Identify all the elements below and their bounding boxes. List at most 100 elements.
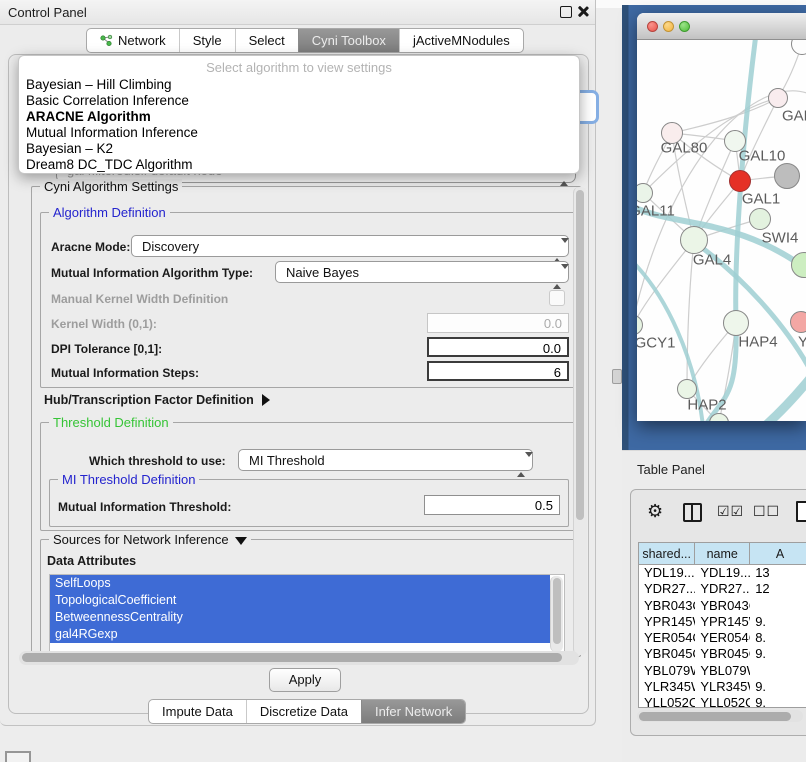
expanded-arrow-icon: [235, 537, 247, 545]
hub-tf-definition-toggle[interactable]: Hub/Transcription Factor Definition: [44, 393, 270, 407]
column-header[interactable]: A: [750, 543, 806, 565]
network-canvas[interactable]: GALGAL80GAL10GAL1GAL11SWI4GAL4GCY1HAP4YH…: [637, 40, 806, 421]
deselect-all-checkboxes-icon[interactable]: ☐☐: [753, 503, 780, 520]
stepper-arrows-icon: [517, 454, 525, 476]
network-node-label: HAP4: [738, 334, 777, 351]
network-node[interactable]: [774, 163, 800, 189]
table-row[interactable]: YLR345WYLR345W9.: [639, 679, 806, 695]
manual-kernel-checkbox[interactable]: [549, 290, 565, 306]
document-icon[interactable]: [796, 501, 806, 522]
tab-label: Cyni Toolbox: [312, 33, 386, 48]
zoom-traffic-light-icon[interactable]: [679, 21, 690, 32]
table-cell: YPR145W: [639, 614, 695, 630]
tab-impute-data[interactable]: Impute Data: [149, 700, 246, 723]
table-row[interactable]: YLL052CYLL052C9.: [639, 695, 806, 708]
collapsed-arrow-icon: [262, 394, 270, 406]
network-window-titlebar[interactable]: [637, 13, 806, 40]
table-row[interactable]: YDR27...YDR27...12: [639, 581, 806, 597]
network-node-label: GAL: [782, 108, 806, 125]
table-cell: YBR045C: [639, 646, 695, 662]
sources-toggle[interactable]: Sources for Network Inference: [49, 532, 251, 547]
table-row[interactable]: YER054CYER054C8.: [639, 630, 806, 646]
dropdown-item[interactable]: Bayesian – K2: [26, 141, 113, 156]
network-node-label: GAL1: [742, 191, 780, 208]
table-panel: ⚙ ☑☑ ☐☐ shared... name A YDL19...YDL19..…: [630, 489, 806, 736]
network-node[interactable]: [680, 226, 708, 254]
network-view-window: GALGAL80GAL10GAL1GAL11SWI4GAL4GCY1HAP4YH…: [637, 13, 806, 421]
algorithm-dropdown-popup: Select algorithm to view settings Bayesi…: [18, 55, 580, 174]
network-node[interactable]: [723, 310, 749, 336]
table-cell: 9.: [750, 695, 806, 708]
table-row[interactable]: YDL19...YDL19...13: [639, 565, 806, 581]
table-cell: YBR045C: [695, 646, 750, 662]
attribute-item[interactable]: SelfLoops: [50, 575, 550, 592]
combo-value: Discovery: [142, 239, 199, 254]
tab-select[interactable]: Select: [235, 29, 298, 52]
aracne-mode-combo[interactable]: Discovery: [131, 235, 569, 257]
dropdown-item[interactable]: Bayesian – Hill Climbing: [26, 77, 172, 92]
table-row[interactable]: YBR045CYBR045C9.: [639, 646, 806, 662]
dropdown-item-selected[interactable]: ARACNE Algorithm: [26, 109, 151, 124]
settings-vertical-scrollbar[interactable]: [573, 187, 587, 655]
table-cell: YPR145W: [695, 614, 750, 630]
network-node-label: GAL4: [693, 252, 731, 269]
tab-style[interactable]: Style: [179, 29, 235, 52]
tab-infer-network[interactable]: Infer Network: [361, 700, 465, 723]
table-row[interactable]: YPR145WYPR145W9.: [639, 614, 806, 630]
apply-button[interactable]: Apply: [269, 668, 341, 692]
panel-splitter-handle[interactable]: [612, 369, 622, 384]
list-scrollbar[interactable]: [550, 576, 563, 652]
table-horizontal-scrollbar[interactable]: [637, 710, 803, 722]
mi-algorithm-type-combo[interactable]: Naive Bayes: [275, 261, 569, 283]
network-node-label: GAL10: [739, 148, 786, 165]
dropdown-item[interactable]: Mutual Information Inference: [26, 125, 198, 140]
table-row[interactable]: YBL079WYBL079W: [639, 663, 806, 679]
mi-type-label: Mutual Information Algorithm Type:: [51, 266, 253, 280]
table-cell: 9.: [750, 614, 806, 630]
tab-label: Select: [249, 33, 285, 48]
mi-steps-field[interactable]: 6: [427, 361, 569, 381]
settings-horizontal-scrollbar[interactable]: [19, 651, 579, 665]
tab-jactivemnodules[interactable]: jActiveMNodules: [399, 29, 523, 52]
tab-label: Infer Network: [375, 704, 452, 719]
table-row[interactable]: YBR043CYBR043C: [639, 598, 806, 614]
float-window-icon[interactable]: [560, 6, 572, 18]
network-node-label: GAL11: [637, 203, 675, 220]
tab-label: Style: [193, 33, 222, 48]
mi-threshold-field[interactable]: 0.5: [424, 495, 560, 515]
attribute-item[interactable]: gal4RGexp: [50, 626, 550, 643]
select-all-checkboxes-icon[interactable]: ☑☑: [717, 503, 744, 520]
minimized-panel-icon[interactable]: [5, 751, 31, 762]
split-columns-icon[interactable]: [683, 503, 702, 522]
network-node[interactable]: [790, 311, 806, 333]
tab-network[interactable]: Network: [87, 29, 179, 52]
network-node[interactable]: [768, 88, 788, 108]
node-table: shared... name A YDL19...YDL19...13YDR27…: [638, 542, 806, 708]
table-cell: [750, 598, 806, 614]
which-threshold-combo[interactable]: MI Threshold: [238, 449, 533, 471]
tab-cyni-toolbox[interactable]: Cyni Toolbox: [298, 29, 399, 52]
threshold-definition-group: Threshold Definition Which threshold to …: [40, 422, 576, 531]
column-header[interactable]: name: [695, 543, 750, 565]
group-title: Cyni Algorithm Settings: [40, 179, 182, 194]
close-traffic-light-icon[interactable]: [647, 21, 658, 32]
kernel-width-field[interactable]: 0.0: [427, 313, 569, 333]
network-node[interactable]: [749, 208, 771, 230]
table-cell: YER054C: [639, 630, 695, 646]
attribute-item[interactable]: TopologicalCoefficient: [50, 592, 550, 609]
hub-tf-label: Hub/Transcription Factor Definition: [44, 393, 254, 407]
attribute-item[interactable]: BetweennessCentrality: [50, 609, 550, 626]
dropdown-item[interactable]: Dream8 DC_TDC Algorithm: [26, 157, 193, 172]
tab-label: Discretize Data: [260, 704, 348, 719]
close-icon[interactable]: [577, 5, 589, 17]
column-header[interactable]: shared...: [639, 543, 695, 565]
gear-icon[interactable]: ⚙: [647, 501, 663, 522]
dpi-tolerance-field[interactable]: 0.0: [427, 337, 569, 357]
table-cell: YBR043C: [639, 598, 695, 614]
minimize-traffic-light-icon[interactable]: [663, 21, 674, 32]
network-node[interactable]: [729, 170, 751, 192]
algorithm-definition-group: Algorithm Definition Aracne Mode: Discov…: [40, 212, 576, 388]
dropdown-item[interactable]: Basic Correlation Inference: [26, 93, 189, 108]
data-attributes-list[interactable]: SelfLoops TopologicalCoefficient Between…: [49, 574, 565, 654]
tab-discretize-data[interactable]: Discretize Data: [246, 700, 361, 723]
